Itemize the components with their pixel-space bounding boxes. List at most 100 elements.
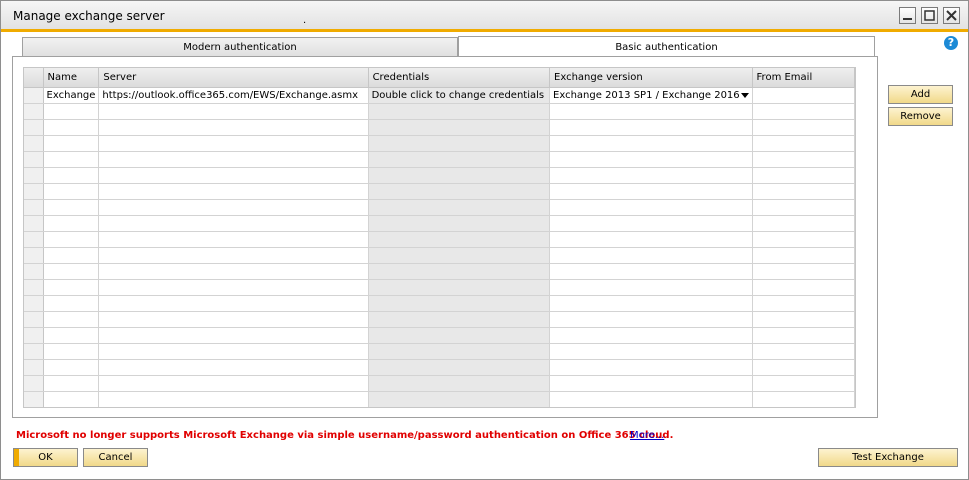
cell-from-email[interactable] <box>752 87 855 104</box>
cell-server[interactable]: https://outlook.office365.com/EWS/Exchan… <box>98 87 369 104</box>
table-row[interactable] <box>24 327 855 344</box>
cell-exchange-version[interactable] <box>549 231 753 248</box>
row-header[interactable] <box>24 263 44 280</box>
cell-credentials[interactable] <box>368 183 551 200</box>
cell-name[interactable] <box>43 151 100 168</box>
row-header[interactable] <box>24 215 44 232</box>
cell-from-email[interactable] <box>752 279 855 296</box>
row-header[interactable] <box>24 359 44 376</box>
cell-name[interactable] <box>43 183 100 200</box>
cell-server[interactable] <box>98 231 369 248</box>
more-link[interactable]: More... <box>630 430 664 441</box>
row-header[interactable] <box>24 167 44 184</box>
cell-server[interactable] <box>98 327 369 344</box>
cell-server[interactable] <box>98 103 369 120</box>
cell-credentials[interactable] <box>368 391 551 407</box>
cell-name[interactable] <box>43 343 100 360</box>
minimize-button[interactable] <box>899 7 916 24</box>
cell-from-email[interactable] <box>752 311 855 328</box>
cell-from-email[interactable] <box>752 295 855 312</box>
cell-exchange-version[interactable] <box>549 183 753 200</box>
dropdown-arrow-icon[interactable] <box>740 93 749 98</box>
cell-from-email[interactable] <box>752 103 855 120</box>
column-header-name[interactable]: Name <box>43 68 100 88</box>
cell-from-email[interactable] <box>752 247 855 264</box>
cell-name[interactable] <box>43 295 100 312</box>
remove-button[interactable]: Remove <box>888 107 953 126</box>
row-header[interactable] <box>24 87 44 104</box>
row-header[interactable] <box>24 151 44 168</box>
cell-name[interactable] <box>43 311 100 328</box>
cell-exchange-version[interactable] <box>549 391 753 407</box>
cell-from-email[interactable] <box>752 327 855 344</box>
cell-name[interactable] <box>43 167 100 184</box>
add-button[interactable]: Add <box>888 85 953 104</box>
close-button[interactable] <box>943 7 960 24</box>
cell-credentials[interactable] <box>368 359 551 376</box>
cell-server[interactable] <box>98 199 369 216</box>
table-row[interactable] <box>24 279 855 296</box>
maximize-button[interactable] <box>921 7 938 24</box>
cell-name[interactable]: Exchange <box>43 87 100 104</box>
cell-exchange-version[interactable] <box>549 279 753 296</box>
cell-name[interactable] <box>43 279 100 296</box>
table-row[interactable]: Exchange https://outlook.office365.com/E… <box>24 87 855 104</box>
cell-server[interactable] <box>98 183 369 200</box>
cell-credentials[interactable] <box>368 295 551 312</box>
table-row[interactable] <box>24 375 855 392</box>
column-header-credentials[interactable]: Credentials <box>368 68 551 88</box>
cell-from-email[interactable] <box>752 215 855 232</box>
cell-server[interactable] <box>98 343 369 360</box>
cell-from-email[interactable] <box>752 183 855 200</box>
table-row[interactable] <box>24 263 855 280</box>
cell-credentials[interactable]: Double click to change credentials <box>368 87 551 104</box>
table-row[interactable] <box>24 199 855 216</box>
cell-name[interactable] <box>43 327 100 344</box>
cell-exchange-version[interactable] <box>549 263 753 280</box>
row-header[interactable] <box>24 231 44 248</box>
cell-exchange-version[interactable] <box>549 215 753 232</box>
row-header[interactable] <box>24 311 44 328</box>
ok-button[interactable]: OK <box>13 448 78 467</box>
cell-exchange-version[interactable] <box>549 167 753 184</box>
cell-server[interactable] <box>98 247 369 264</box>
row-header[interactable] <box>24 327 44 344</box>
cell-credentials[interactable] <box>368 247 551 264</box>
cell-from-email[interactable] <box>752 359 855 376</box>
cell-from-email[interactable] <box>752 231 855 248</box>
cell-from-email[interactable] <box>752 375 855 392</box>
cell-credentials[interactable] <box>368 135 551 152</box>
table-row[interactable] <box>24 135 855 152</box>
cell-exchange-version[interactable] <box>549 247 753 264</box>
row-header[interactable] <box>24 135 44 152</box>
table-row[interactable] <box>24 343 855 360</box>
cell-credentials[interactable] <box>368 199 551 216</box>
cell-from-email[interactable] <box>752 151 855 168</box>
cell-from-email[interactable] <box>752 199 855 216</box>
row-header[interactable] <box>24 247 44 264</box>
cell-name[interactable] <box>43 263 100 280</box>
cell-server[interactable] <box>98 135 369 152</box>
table-row[interactable] <box>24 295 855 312</box>
cell-credentials[interactable] <box>368 151 551 168</box>
row-header[interactable] <box>24 119 44 136</box>
cell-credentials[interactable] <box>368 343 551 360</box>
cell-name[interactable] <box>43 199 100 216</box>
cell-server[interactable] <box>98 295 369 312</box>
cell-credentials[interactable] <box>368 231 551 248</box>
cell-name[interactable] <box>43 375 100 392</box>
table-row[interactable] <box>24 119 855 136</box>
row-header[interactable] <box>24 103 44 120</box>
table-row[interactable] <box>24 151 855 168</box>
cell-exchange-version[interactable] <box>549 151 753 168</box>
cell-server[interactable] <box>98 391 369 407</box>
cell-exchange-version[interactable] <box>549 103 753 120</box>
cell-credentials[interactable] <box>368 119 551 136</box>
cell-name[interactable] <box>43 215 100 232</box>
row-header[interactable] <box>24 279 44 296</box>
cell-credentials[interactable] <box>368 327 551 344</box>
row-header[interactable] <box>24 375 44 392</box>
cell-exchange-version[interactable] <box>549 311 753 328</box>
column-header-from-email[interactable]: From Email <box>752 68 855 88</box>
cell-exchange-version[interactable] <box>549 135 753 152</box>
